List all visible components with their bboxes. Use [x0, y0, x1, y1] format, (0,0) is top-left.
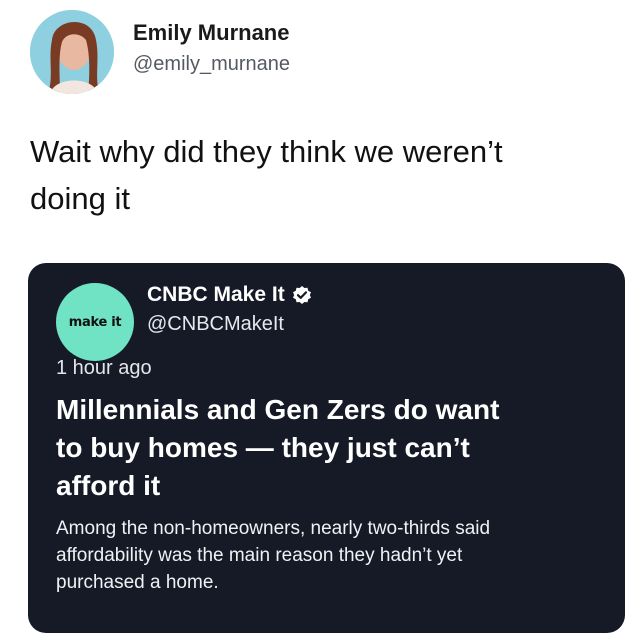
- tweet-text-line: doing it: [30, 181, 130, 216]
- tweet-screenshot: Emily Murnane @emily_murnane Wait why di…: [0, 0, 640, 640]
- headline-line: afford it: [56, 470, 161, 501]
- quoted-tweet-card[interactable]: make it CNBC Make It @CNBCMakeIt 1 hour …: [28, 263, 625, 633]
- brand-name-row: CNBC Make It: [147, 283, 312, 307]
- headline-line: Millennials and Gen Zers do want: [56, 394, 500, 425]
- author-name[interactable]: Emily Murnane: [133, 20, 289, 46]
- summary-text: Among the non-homeowners, nearly two-thi…: [56, 515, 616, 596]
- brand-name[interactable]: CNBC Make It: [147, 283, 285, 307]
- timestamp: 1 hour ago: [56, 357, 152, 379]
- summary-line: affordability was the main reason they h…: [56, 545, 463, 566]
- tweet-text-line: Wait why did they think we weren’t: [30, 134, 503, 169]
- avatar-photo: [30, 10, 114, 94]
- summary-line: purchased a home.: [56, 572, 219, 593]
- headline[interactable]: Millennials and Gen Zers do want to buy …: [56, 391, 616, 505]
- brand-handle[interactable]: @CNBCMakeIt: [147, 313, 284, 336]
- avatar[interactable]: [30, 10, 114, 94]
- author-handle[interactable]: @emily_murnane: [133, 53, 290, 76]
- brand-logo-text: make it: [68, 314, 122, 330]
- summary-line: Among the non-homeowners, nearly two-thi…: [56, 518, 491, 539]
- tweet-text: Wait why did they think we weren’t doing…: [30, 128, 610, 222]
- brand-avatar[interactable]: make it: [56, 283, 134, 361]
- verified-badge-icon: [292, 286, 311, 304]
- headline-line: to buy homes — they just can’t: [56, 432, 470, 463]
